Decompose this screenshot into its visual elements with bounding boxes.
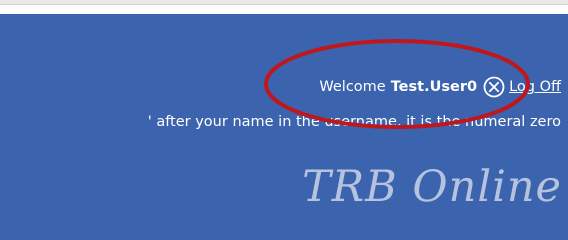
log-off-link[interactable]: Log Off	[509, 79, 561, 95]
welcome-bar: Welcome Test.User0 Log Off	[319, 74, 561, 100]
brand-title: TRB Online	[302, 162, 562, 212]
top-divider	[0, 0, 568, 5]
log-off-button[interactable]	[483, 76, 505, 98]
page-frame: Welcome Test.User0 Log Off ' after your …	[0, 0, 568, 240]
welcome-label: Welcome	[319, 79, 386, 95]
close-circle-icon	[483, 76, 505, 98]
username: Test.User0	[390, 79, 478, 95]
username-hint: ' after your name in the username, it is…	[147, 114, 561, 130]
site-header: Welcome Test.User0 Log Off ' after your …	[0, 14, 568, 240]
